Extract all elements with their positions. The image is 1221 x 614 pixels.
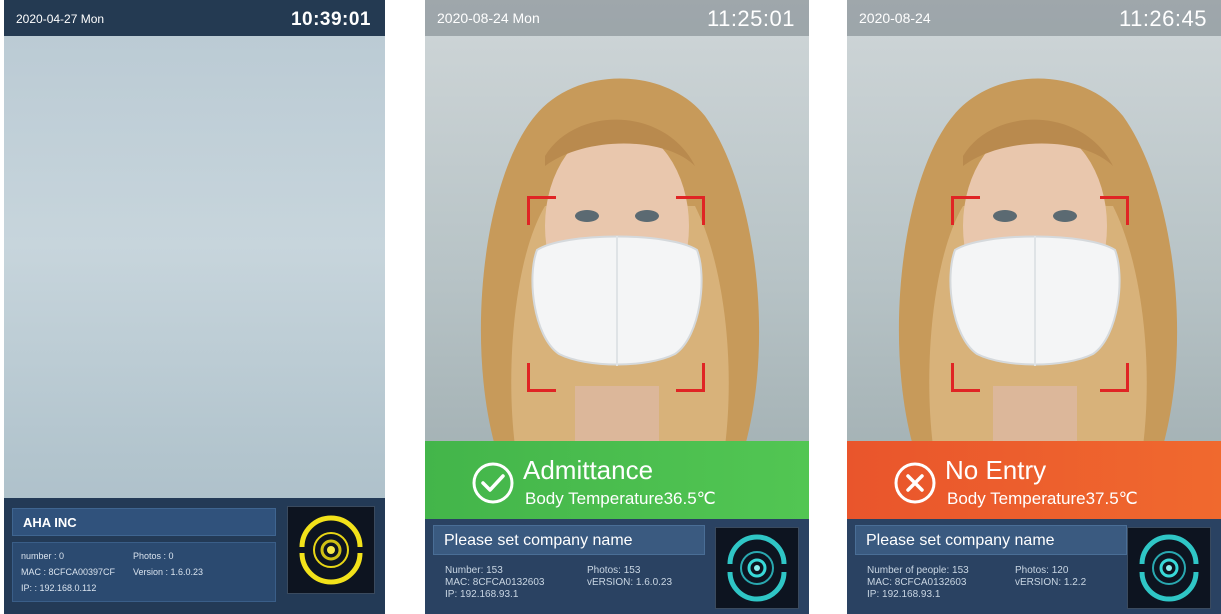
temperature-label: Body Temperature36.5℃ bbox=[525, 489, 716, 508]
date-label: 2020-08-24 bbox=[859, 10, 931, 26]
version-label: vERSION: 1.6.0.23 bbox=[587, 577, 673, 588]
device-info: Number: 153 Photos: 153 MAC: 8CFCA013260… bbox=[433, 559, 705, 611]
status-title: Admittance bbox=[523, 455, 654, 485]
device-screen-idle: 2020-04-27 Mon 10:39:01 AHA INC number :… bbox=[4, 0, 385, 614]
ip-label: IP: 192.168.93.1 bbox=[867, 589, 941, 600]
number-label: Number: 153 bbox=[445, 565, 503, 576]
clock: 10:39:01 bbox=[290, 9, 371, 30]
status-bar: 2020-08-24 Mon 11:25:01 bbox=[425, 0, 809, 36]
mac-label: MAC: 8CFCA0132603 bbox=[867, 577, 967, 588]
company-name: Please set company name bbox=[855, 525, 1127, 555]
mac-label: MAC: 8CFCA0132603 bbox=[445, 577, 545, 588]
face-scan-icon bbox=[287, 506, 375, 594]
photos-label: Photos : 0 bbox=[133, 551, 174, 561]
camera-view bbox=[847, 36, 1221, 446]
mac-label: MAC : 8CFCA00397CF bbox=[21, 567, 116, 577]
photos-label: Photos: 153 bbox=[587, 565, 641, 576]
device-info: number : 0 Photos : 0 MAC : 8CFCA00397CF… bbox=[12, 542, 276, 602]
clock: 11:26:45 bbox=[1118, 6, 1207, 31]
no-entry-banner: No Entry Body Temperature37.5℃ bbox=[847, 441, 1221, 519]
status-title: No Entry bbox=[945, 455, 1047, 485]
device-screen-admittance: 2020-08-24 Mon 11:25:01 Admittance Body … bbox=[425, 0, 809, 614]
company-name: AHA INC bbox=[12, 508, 276, 536]
company-name: Please set company name bbox=[433, 525, 705, 555]
ip-label: IP: : 192.168.0.112 bbox=[21, 583, 97, 593]
ip-label: IP: 192.168.93.1 bbox=[445, 589, 519, 600]
face-scan-icon bbox=[715, 527, 799, 609]
temperature-label: Body Temperature37.5℃ bbox=[947, 489, 1138, 508]
face-detection-frame bbox=[527, 196, 705, 392]
device-info: Number of people: 153 Photos: 120 MAC: 8… bbox=[855, 559, 1127, 611]
info-panel: AHA INC number : 0 Photos : 0 MAC : 8CFC… bbox=[4, 498, 385, 614]
version-label: vERSION: 1.2.2 bbox=[1015, 577, 1087, 588]
camera-view bbox=[425, 36, 809, 446]
photos-label: Photos: 120 bbox=[1015, 565, 1069, 576]
date-label: 2020-04-27 Mon bbox=[16, 12, 105, 26]
number-label: number : 0 bbox=[21, 551, 65, 561]
number-label: Number of people: 153 bbox=[867, 565, 969, 576]
clock: 11:25:01 bbox=[706, 6, 795, 31]
device-screen-no-entry: 2020-08-24 11:26:45 No Entry Body Temper… bbox=[847, 0, 1221, 614]
face-detection-frame bbox=[951, 196, 1129, 392]
date-label: 2020-08-24 Mon bbox=[437, 10, 540, 26]
info-panel: Please set company name Number of people… bbox=[847, 519, 1221, 614]
status-bar: 2020-08-24 11:26:45 bbox=[847, 0, 1221, 36]
check-circle-icon bbox=[472, 462, 514, 504]
version-label: Version : 1.6.0.23 bbox=[133, 567, 204, 577]
status-bar: 2020-04-27 Mon 10:39:01 bbox=[4, 0, 385, 36]
info-panel: Please set company name Number: 153 Phot… bbox=[425, 519, 809, 614]
face-scan-icon bbox=[1127, 527, 1211, 609]
admittance-banner: Admittance Body Temperature36.5℃ bbox=[425, 441, 809, 519]
x-circle-icon bbox=[894, 462, 936, 504]
